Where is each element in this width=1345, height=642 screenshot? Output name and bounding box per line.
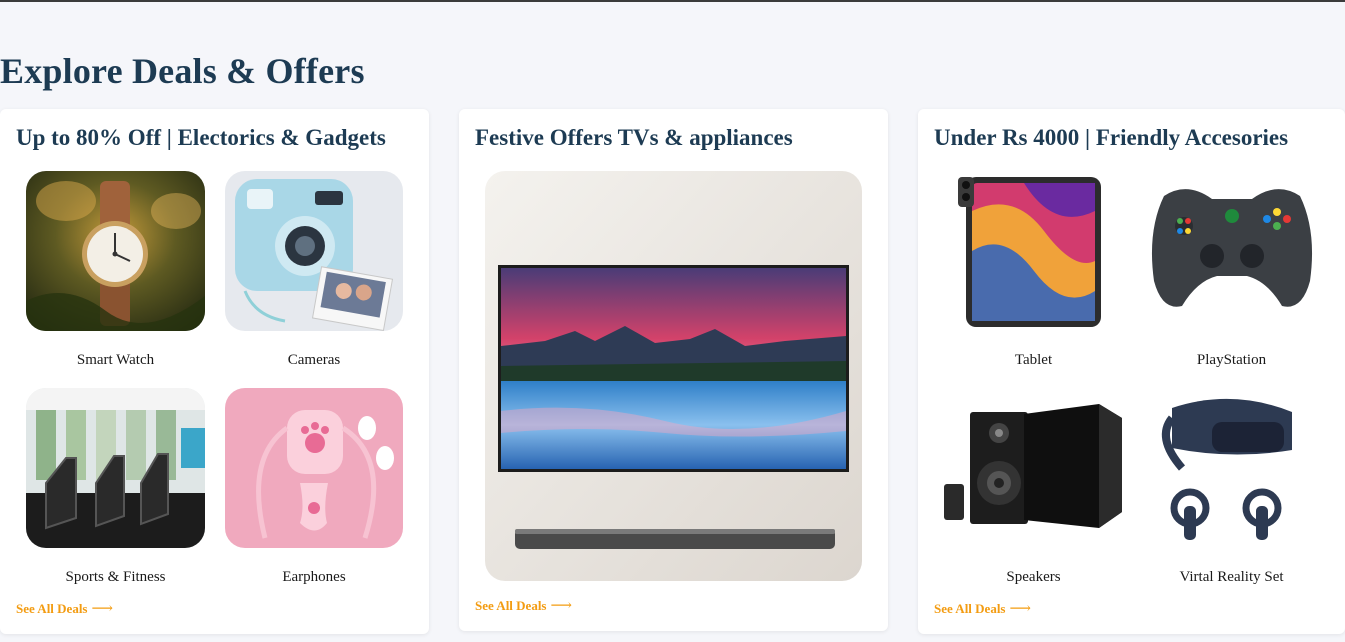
deal-item-smart-watch[interactable]: Smart Watch (26, 171, 205, 369)
arrow-right-icon: ⟶ (1009, 601, 1032, 617)
watch-image (26, 171, 205, 331)
deal-item-playstation[interactable]: PlayStation (1142, 171, 1321, 369)
camera-image (225, 171, 403, 331)
treadmill-image (26, 388, 205, 548)
deal-card-accessories: Under Rs 4000 | Friendly Accesories Tabl… (918, 109, 1345, 634)
deal-item-earphones[interactable]: Earphones (225, 388, 403, 586)
deal-item-tablet[interactable]: Tablet (944, 171, 1123, 369)
arrow-right-icon: ⟶ (91, 601, 114, 617)
see-all-label: See All Deals (475, 598, 547, 613)
see-all-deals-link[interactable]: See All Deals ⟶ (16, 599, 113, 618)
vr-headset-image (1142, 388, 1321, 548)
deal-card-electronics: Up to 80% Off | Electorics & Gadgets Sma… (0, 109, 429, 634)
top-border (0, 0, 1345, 2)
speakers-image (944, 388, 1123, 548)
deal-item-label: Smart Watch (76, 352, 155, 368)
gamepad-image (1142, 171, 1321, 331)
earphones-image (225, 388, 403, 548)
deal-item-label: Earphones (282, 569, 346, 585)
deal-card-tvs: Festive Offers TVs & appliances See All … (459, 109, 888, 631)
card-title: Festive Offers TVs & appliances (475, 125, 793, 150)
deal-item-vr-set[interactable]: Virtal Reality Set (1142, 388, 1321, 586)
card-title: Under Rs 4000 | Friendly Accesories (934, 125, 1289, 150)
see-all-deals-link[interactable]: See All Deals ⟶ (475, 596, 572, 615)
deal-item-sports-fitness[interactable]: Sports & Fitness (26, 388, 205, 586)
arrow-right-icon: ⟶ (550, 598, 573, 614)
see-all-label: See All Deals (16, 601, 88, 616)
card-title: Up to 80% Off | Electorics & Gadgets (16, 125, 386, 150)
deal-item-label: Speakers (1006, 569, 1061, 585)
see-all-deals-link[interactable]: See All Deals ⟶ (934, 599, 1031, 618)
deal-item-label: PlayStation (1196, 352, 1267, 368)
tv-offer-image[interactable] (485, 171, 862, 581)
deal-item-label: Tablet (1014, 352, 1053, 368)
page-title: Explore Deals & Offers (0, 51, 365, 91)
see-all-label: See All Deals (934, 601, 1006, 616)
tablet-image (944, 171, 1123, 331)
deal-item-speakers[interactable]: Speakers (944, 388, 1123, 586)
deal-item-cameras[interactable]: Cameras (225, 171, 403, 369)
deal-item-label: Virtal Reality Set (1179, 569, 1284, 585)
deal-item-label: Sports & Fitness (65, 569, 166, 585)
deal-item-label: Cameras (287, 352, 341, 368)
